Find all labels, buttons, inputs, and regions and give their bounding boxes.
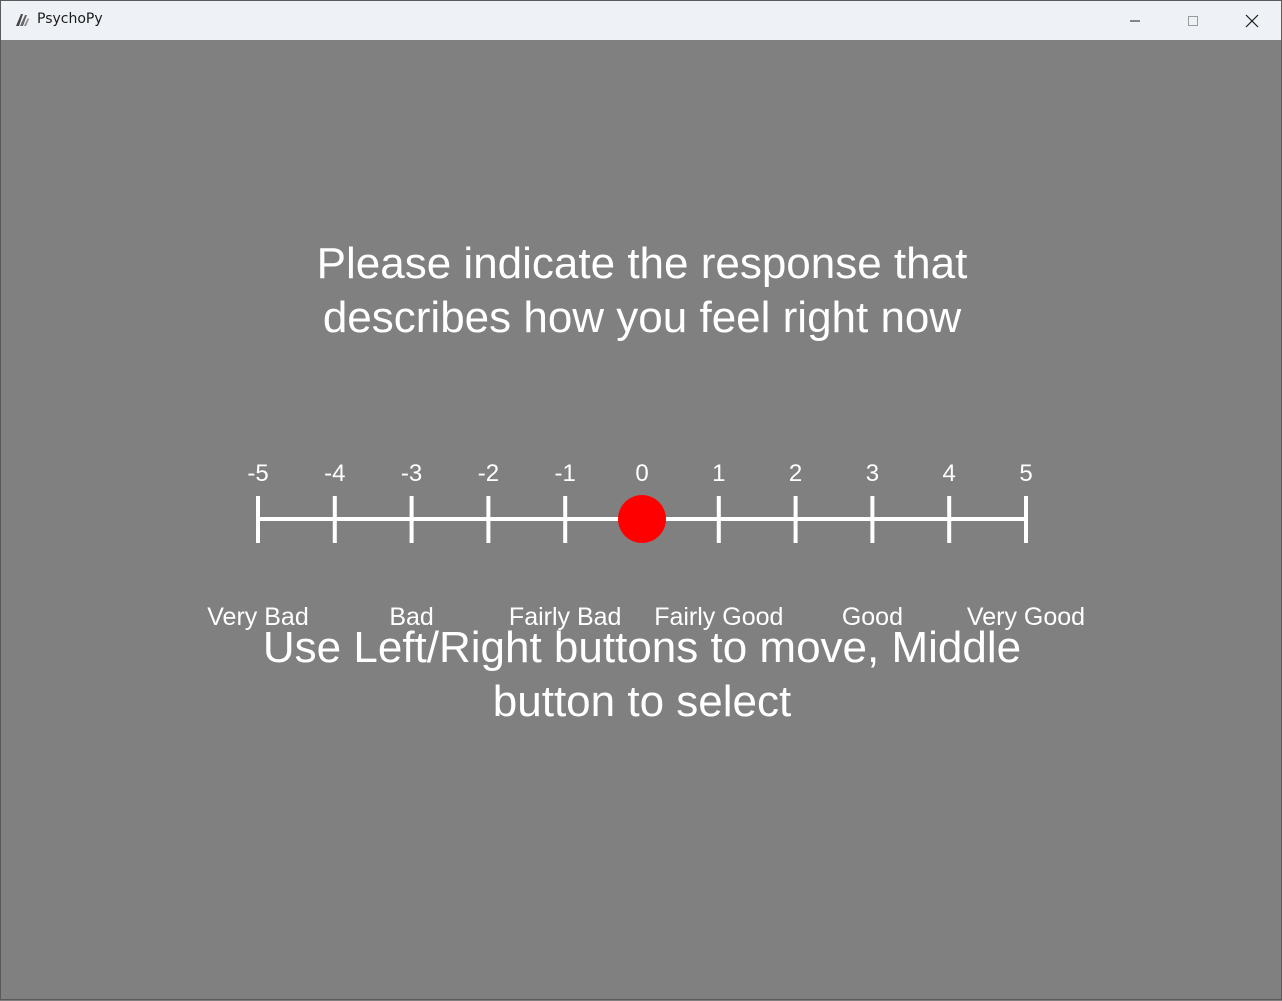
instruction-line-2: button to select (492, 677, 792, 726)
instruction-line-1: Use Left/Right buttons to move, Middle (262, 623, 1022, 672)
rating-scale[interactable]: -5 -4 -3 -2 -1 0 1 2 3 4 5Very Bad Bad Fairly Bad Fai… (1, 1, 1281, 1001)
tick-label: 3 (866, 460, 879, 487)
tick-label: 1 (712, 460, 725, 487)
instruction-text: Use Left/Right buttons to move, Middle b… (192, 621, 1092, 729)
tick-label: 2 (789, 460, 802, 487)
tick-label: -2 (478, 460, 499, 487)
tick-label: -3 (401, 460, 422, 487)
tick-label: -4 (324, 460, 345, 487)
psychopy-window: PsychoPy Please indicate the response th… (0, 0, 1282, 1000)
tick-label: -5 (247, 460, 268, 487)
tick-label: -1 (555, 460, 576, 487)
tick-label: 4 (943, 460, 956, 487)
selection-marker[interactable] (618, 495, 666, 543)
tick-label: 5 (1019, 460, 1032, 487)
tick-label: 0 (635, 460, 648, 487)
